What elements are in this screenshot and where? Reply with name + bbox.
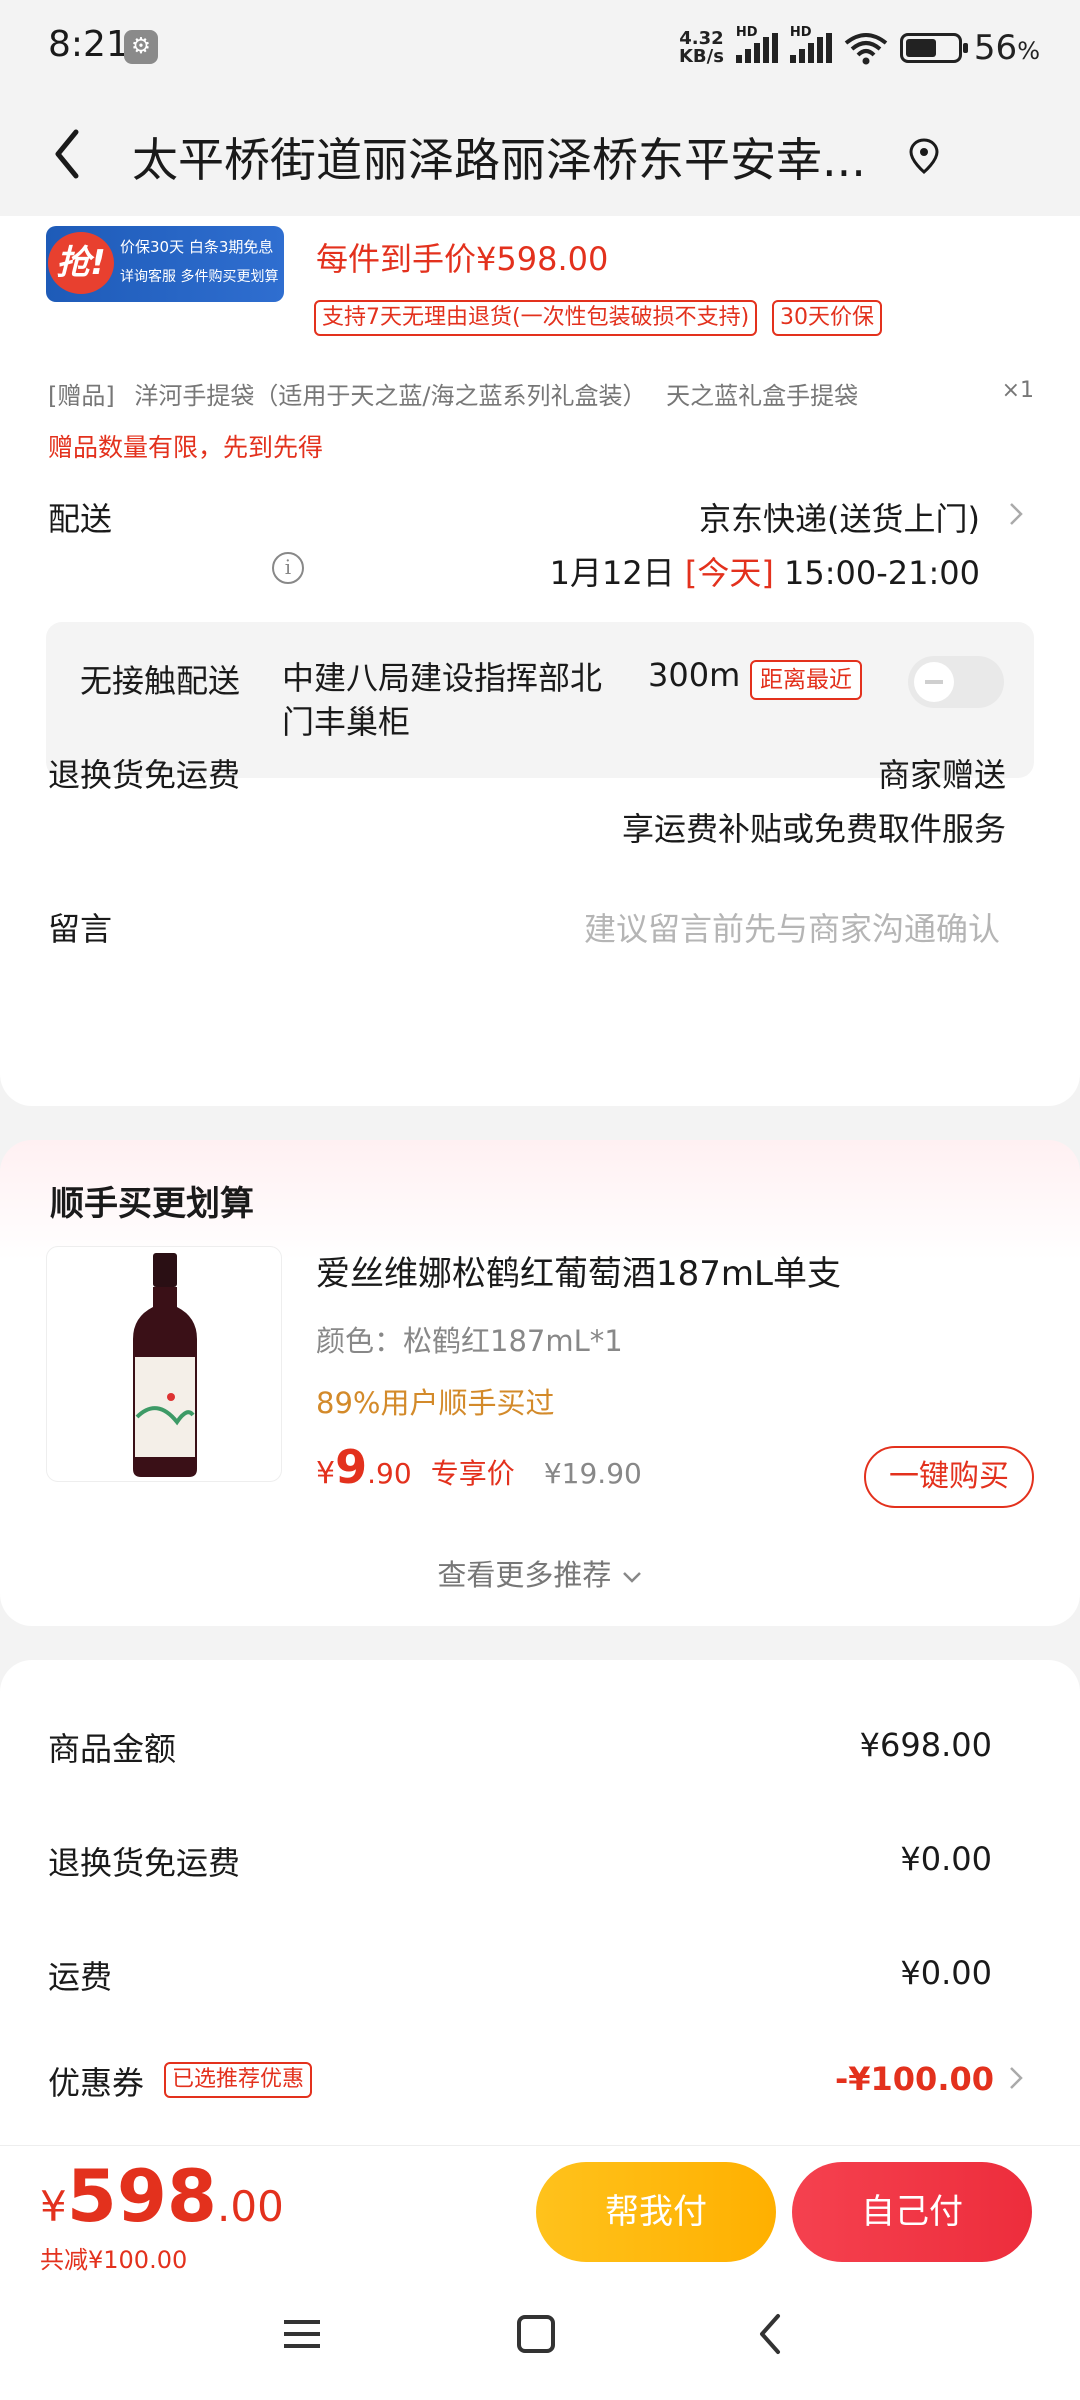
- contactless-toggle[interactable]: [908, 656, 1004, 708]
- recommend-spec: 颜色：松鹤红187mL*1: [316, 1324, 623, 1358]
- gift-prefix: [赠品]: [48, 382, 115, 410]
- coupon-value[interactable]: -¥100.00: [835, 2060, 994, 2098]
- original-price: ¥19.90: [543, 1457, 642, 1490]
- gift-item-2: 天之蓝礼盒手提袋: [666, 382, 859, 410]
- message-label: 留言: [48, 910, 113, 948]
- location-pin-icon[interactable]: [906, 136, 942, 176]
- home-icon[interactable]: [514, 2312, 558, 2356]
- freight-label: 运费: [48, 1958, 113, 1996]
- toggle-knob: [914, 662, 954, 702]
- delivery-label: 配送: [48, 500, 113, 538]
- promo-line-2: 详询客服 多件购买更划算: [120, 269, 279, 285]
- delivery-date: 1月12日: [549, 554, 675, 592]
- pickup-locker: 中建八局建设指挥部北门丰巢柜: [282, 659, 603, 741]
- delivery-time[interactable]: 1月12日 [今天] 15:00-21:00: [550, 548, 980, 594]
- promo-line-1: 价保30天 白条3期免息: [120, 238, 274, 256]
- return-policy-tag: 支持7天无理由退货(一次性包装破损不支持): [314, 300, 758, 336]
- freight-value: ¥0.00: [900, 1954, 992, 1992]
- total-price: ¥598.00: [40, 2154, 284, 2238]
- back-icon[interactable]: [752, 2310, 788, 2358]
- delivery-window: 15:00-21:00: [784, 554, 980, 592]
- more-recommend-label: 查看更多推荐: [437, 1558, 612, 1592]
- help-me-pay-button[interactable]: 帮我付: [536, 2162, 776, 2262]
- wifi-icon: [844, 33, 888, 65]
- chevron-right-icon[interactable]: [1008, 500, 1024, 528]
- wrench-icon: ⚙: [124, 30, 158, 64]
- recommend-bought-rate: 89%用户顺手买过: [316, 1386, 555, 1420]
- gift-item-1: 洋河手提袋（适用于天之蓝/海之蓝系列礼盒装）: [134, 382, 647, 410]
- more-recommend-link[interactable]: 查看更多推荐: [0, 1552, 1080, 1594]
- message-input[interactable]: 建议留言前先与商家沟通确认: [584, 904, 1000, 950]
- goods-amount-value: ¥698.00: [859, 1726, 992, 1764]
- return-shipping-value: 商家赠送: [877, 756, 1006, 794]
- price-dec: .90: [367, 1457, 412, 1490]
- recommend-title: 顺手买更划算: [50, 1184, 254, 1224]
- price-summary-card: 商品金额 ¥698.00 退换货免运费 ¥0.00 运费 ¥0.00 优惠券 已…: [0, 1660, 1080, 2160]
- pay-myself-button[interactable]: 自己付: [792, 2162, 1032, 2262]
- price-symbol: ¥: [316, 1456, 336, 1491]
- info-icon[interactable]: i: [272, 552, 304, 584]
- status-bar: 8:21 ⚙ 4.32 KB/s HD HD 56%: [0, 0, 1080, 96]
- signal-icon-2: HD: [789, 25, 832, 63]
- return-shipping-desc: 享运费补贴或免费取件服务: [621, 810, 1006, 848]
- price-protect-tag: 30天价保: [772, 300, 882, 336]
- return-free-label: 退换货免运费: [48, 1844, 241, 1882]
- recommend-card: 顺手买更划算 爱丝维娜松鹤红葡萄酒187mL单支 颜色：松鹤红187mL*1 8…: [0, 1140, 1080, 1626]
- net-speed: 4.32 KB/s: [679, 30, 724, 66]
- product-promo-banner: 抢! 价保30天 白条3期免息 详询客服 多件购买更划算: [46, 226, 284, 302]
- checkout-footer: ¥598.00 共减¥100.00 帮我付 自己付: [0, 2145, 1080, 2280]
- delivery-today: [今天]: [684, 554, 774, 592]
- total-currency: ¥: [40, 2182, 67, 2231]
- battery-level: 56%: [973, 28, 1040, 68]
- return-free-value: ¥0.00: [900, 1840, 992, 1878]
- signal-icon-1: HD: [735, 25, 778, 63]
- status-indicators: 4.32 KB/s HD HD 56%: [679, 24, 1040, 72]
- wine-bottle-icon: [133, 1253, 197, 1477]
- promo-badge: 抢!: [48, 232, 114, 294]
- goods-amount-label: 商品金额: [48, 1730, 177, 1768]
- locker-distance: 300m: [648, 656, 741, 694]
- exclusive-price-label: 专享价: [430, 1457, 515, 1490]
- chevron-down-icon: [622, 1572, 641, 1583]
- delivery-address[interactable]: 太平桥街道丽泽路丽泽桥东平安幸...: [132, 124, 892, 190]
- delivery-method[interactable]: 京东快递(送货上门): [699, 494, 980, 540]
- wine-product-image[interactable]: [46, 1246, 282, 1482]
- nearest-tag: 距离最近: [750, 660, 862, 700]
- system-nav-bar: [0, 2280, 1080, 2400]
- total-dec: .00: [217, 2182, 284, 2231]
- menu-icon[interactable]: [280, 2314, 324, 2354]
- hd-label-2: HD: [789, 25, 812, 40]
- total-int: 598: [66, 2154, 218, 2238]
- price-int: 9: [335, 1440, 368, 1494]
- one-click-buy-button[interactable]: 一键购买: [864, 1446, 1034, 1508]
- net-speed-unit: KB/s: [678, 46, 724, 67]
- recommend-price: ¥9.90 专享价 ¥19.90: [316, 1440, 642, 1494]
- coupon-tag: 已选推荐优惠: [164, 2062, 313, 2098]
- contactless-label: 无接触配送: [80, 662, 241, 700]
- recommend-product-name[interactable]: 爱丝维娜松鹤红葡萄酒187mL单支: [316, 1246, 841, 1295]
- order-details-card: 抢! 价保30天 白条3期免息 详询客服 多件购买更划算 每件到手价¥598.0…: [0, 216, 1080, 1106]
- gift-limit-note: 赠品数量有限，先到先得: [48, 433, 324, 462]
- total-saved: 共减¥100.00: [40, 2246, 188, 2274]
- gift-line: [赠品] 洋河手提袋（适用于天之蓝/海之蓝系列礼盒装） 天之蓝礼盒手提袋: [48, 376, 858, 411]
- hd-label-1: HD: [735, 25, 758, 40]
- status-time: 8:21: [48, 24, 129, 65]
- address-header: 太平桥街道丽泽路丽泽桥东平安幸...: [0, 96, 1080, 216]
- chevron-right-icon[interactable]: [1008, 2064, 1024, 2092]
- coupon-label: 优惠券: [48, 2064, 145, 2102]
- unit-price: 每件到手价¥598.00: [316, 240, 609, 278]
- gift-qty: ×1: [1001, 378, 1034, 403]
- battery-icon: [899, 33, 968, 63]
- return-shipping-label: 退换货免运费: [48, 756, 241, 794]
- back-arrow-icon[interactable]: [48, 124, 88, 184]
